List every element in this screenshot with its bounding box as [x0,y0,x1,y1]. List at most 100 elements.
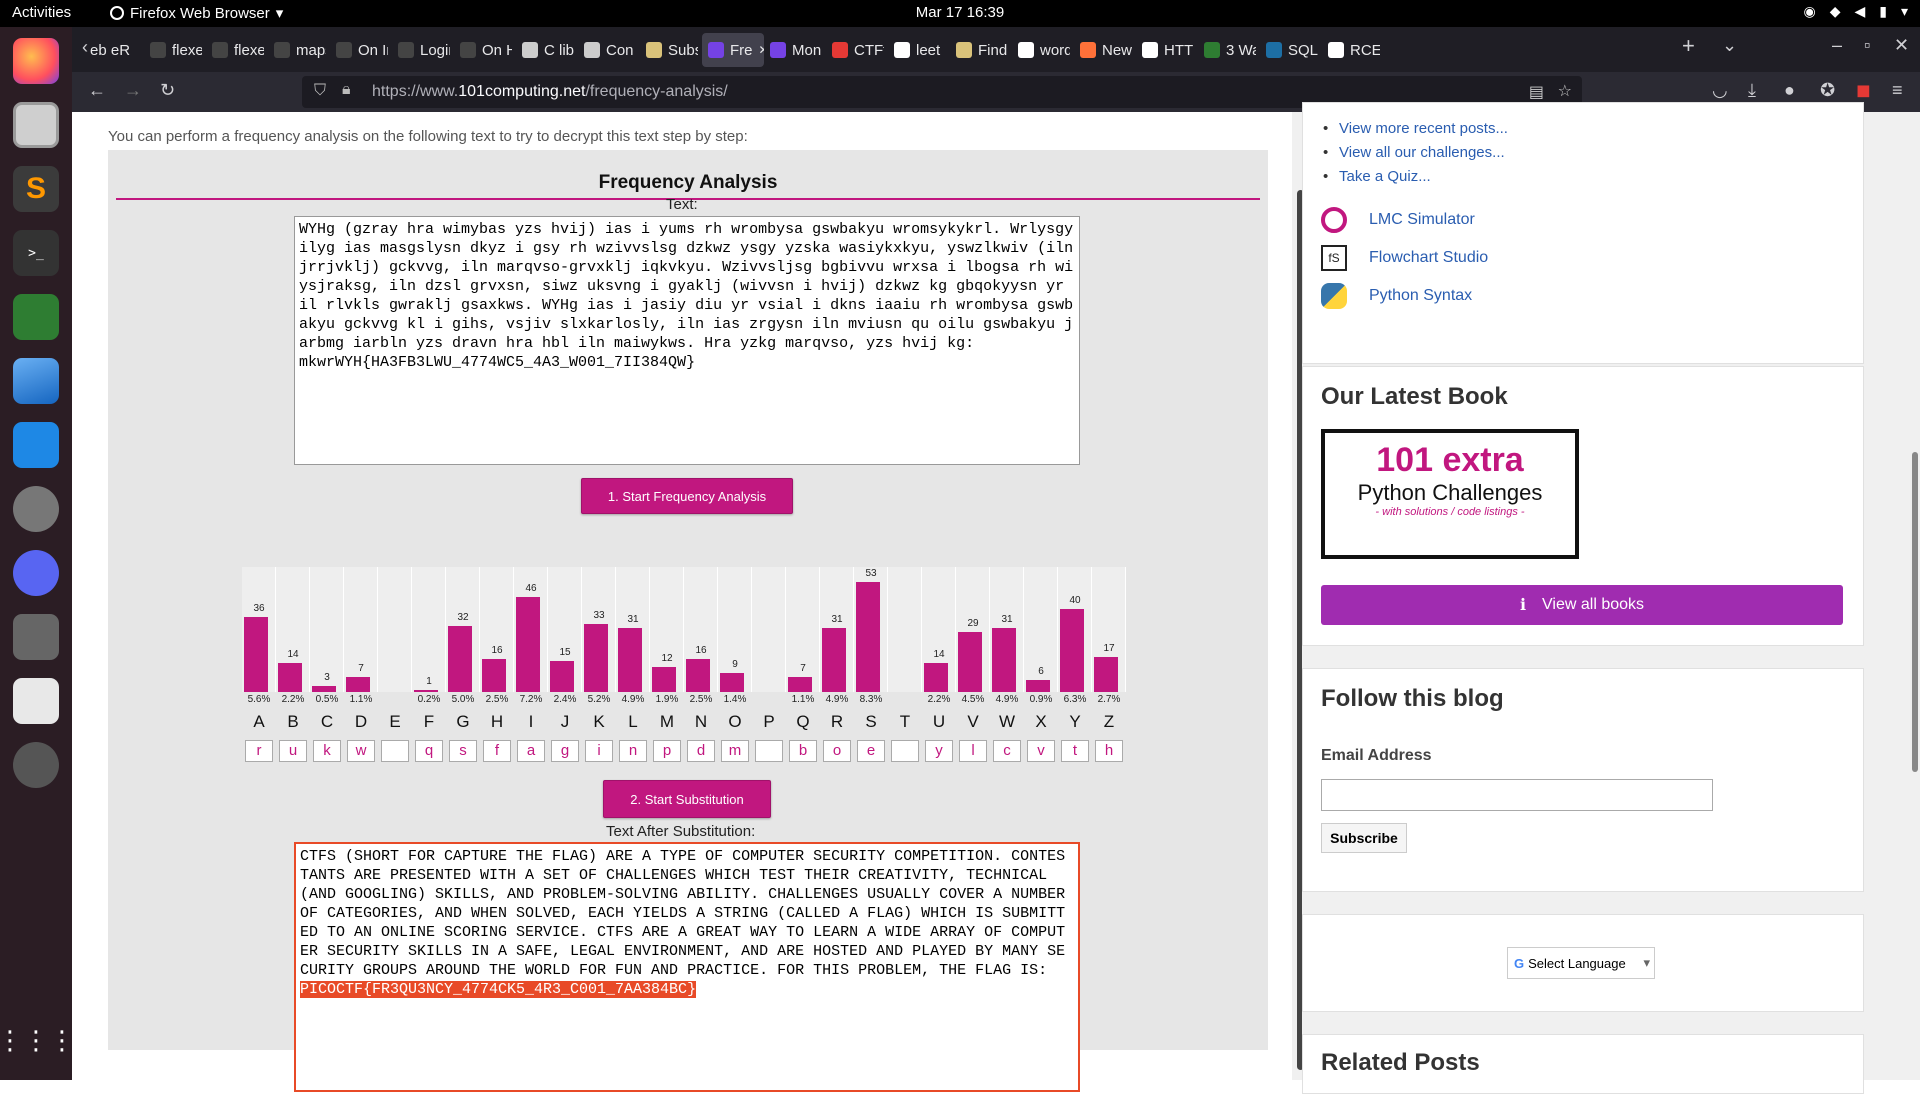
tab-7[interactable]: C libi [516,33,574,67]
substitution-input-Q[interactable]: b [789,740,817,762]
software-updater-dock-icon[interactable] [8,737,64,793]
substitution-input-G[interactable]: s [449,740,477,762]
reader-view-icon[interactable]: ▤ [1529,82,1544,102]
tab-17[interactable]: HTTI [1136,33,1194,67]
tab-12[interactable]: CTFt [826,33,884,67]
substitution-input-F[interactable]: q [415,740,443,762]
book-cover-image[interactable]: 101 extra Python Challenges - with solut… [1321,429,1579,559]
firefox-dock-icon[interactable] [8,33,64,89]
link-recent-posts[interactable]: View more recent posts... [1323,120,1508,137]
substitution-input-K[interactable]: i [585,740,613,762]
link-take-quiz[interactable]: Take a Quiz... [1323,168,1431,185]
pocket-icon[interactable]: ◡ [1712,80,1728,101]
forward-arrow-icon[interactable]: → [124,80,142,101]
game-dock-icon[interactable] [8,289,64,345]
sublime-dock-icon[interactable]: S [8,161,64,217]
substitution-input-B[interactable]: u [279,740,307,762]
wireshark-dock-icon[interactable] [8,353,64,409]
tab-18[interactable]: 3 Wa [1198,33,1256,67]
tab-10[interactable]: Fre ✕ [702,33,764,67]
substitution-input-C[interactable]: k [313,740,341,762]
tab-4[interactable]: On Inclu [330,33,388,67]
shield-icon[interactable]: ⛉ [314,82,326,100]
substitution-input-H[interactable]: f [483,740,511,762]
substitution-input-Z[interactable]: h [1095,740,1123,762]
lock-icon[interactable]: 🔒︎ [342,81,351,99]
files-dock-icon[interactable] [8,97,64,153]
view-all-books-button[interactable]: ℹ View all books [1321,585,1843,625]
subscribe-button[interactable]: Subscribe [1321,823,1407,853]
tab-11[interactable]: Mon [764,33,822,67]
cipher-text-input[interactable]: WYHg (gzray hra wimybas yzs hvij) ias i … [294,216,1080,465]
substitution-input-N[interactable]: d [687,740,715,762]
tab-20[interactable]: RCE [1322,33,1380,67]
list-all-tabs-icon[interactable]: ⌄ [1722,35,1737,56]
system-tray[interactable]: ◉ ◆ ◀ ▮ ▾ [1803,3,1908,20]
tab-3[interactable]: maps.gc [268,33,326,67]
tab-0[interactable]: eb eR [84,33,140,67]
page-scrollbar-thumb[interactable] [1912,452,1918,772]
power-icon[interactable]: ▾ [1901,3,1908,20]
tab-9[interactable]: Subs [640,33,698,67]
tool-link-python[interactable]: Python Syntax [1321,283,1472,309]
tool-link-flowchart[interactable]: fS Flowchart Studio [1321,245,1488,271]
search-dock-icon[interactable] [8,609,64,665]
tab-19[interactable]: SQL [1260,33,1318,67]
substitution-input-I[interactable]: a [517,740,545,762]
substitution-input-O[interactable]: m [721,740,749,762]
email-field[interactable] [1321,779,1713,811]
tab-2[interactable]: flexed [206,33,264,67]
reload-icon[interactable]: ↻ [160,80,175,101]
tab-1[interactable]: flexed [144,33,202,67]
link-all-challenges[interactable]: View all our challenges... [1323,144,1505,161]
substitution-input-W[interactable]: c [993,740,1021,762]
substitution-input-R[interactable]: o [823,740,851,762]
tab-13[interactable]: leet [888,33,946,67]
substitution-input-L[interactable]: n [619,740,647,762]
settings-dock-icon[interactable] [8,481,64,537]
page-scrollbar[interactable] [1910,112,1920,1080]
discord-tray-icon[interactable]: ◉ [1803,3,1815,20]
substitution-input-P[interactable] [755,740,783,762]
substitution-input-T[interactable] [891,740,919,762]
tab-6[interactable]: On Histi [454,33,512,67]
bookmark-star-icon[interactable]: ☆ [1558,81,1572,101]
extension-badge-icon[interactable]: ◼ [1856,80,1871,101]
tab-8[interactable]: Con [578,33,636,67]
tab-16[interactable]: New [1074,33,1132,67]
minimize-icon[interactable]: – [1832,35,1842,56]
extensions-icon[interactable]: ✪ [1820,80,1835,101]
start-frequency-analysis-button[interactable]: 1. Start Frequency Analysis [581,478,793,514]
battery-icon[interactable]: ▮ [1879,3,1887,20]
tab-14[interactable]: Find [950,33,1008,67]
substitution-input-A[interactable]: r [245,740,273,762]
close-window-icon[interactable]: ✕ [1894,35,1909,56]
substitution-input-J[interactable]: g [551,740,579,762]
discord-dock-icon[interactable] [8,545,64,601]
select-language-dropdown[interactable]: G Select Language ▾ [1507,947,1655,979]
document-viewer-dock-icon[interactable] [8,673,64,729]
substitution-input-U[interactable]: y [925,740,953,762]
tab-15[interactable]: word [1012,33,1070,67]
maximize-icon[interactable]: ▫ [1864,35,1870,56]
back-arrow-icon[interactable]: ← [88,80,106,101]
tab-5[interactable]: Login Pa [392,33,450,67]
plain-text-output[interactable]: CTFS (SHORT FOR CAPTURE THE FLAG) ARE A … [294,842,1080,1092]
account-icon[interactable]: ● [1784,80,1795,101]
vscode-dock-icon[interactable] [8,417,64,473]
hamburger-menu-icon[interactable]: ≡ [1892,80,1903,101]
substitution-input-E[interactable] [381,740,409,762]
downloads-icon[interactable]: ⤓ [1748,80,1756,101]
substitution-input-M[interactable]: p [653,740,681,762]
substitution-input-X[interactable]: v [1027,740,1055,762]
show-apps-grid-icon[interactable]: ⋮⋮⋮ [0,1012,75,1068]
tool-link-lmc[interactable]: LMC Simulator [1321,207,1475,233]
substitution-input-S[interactable]: e [857,740,885,762]
start-substitution-button[interactable]: 2. Start Substitution [603,780,771,818]
clock[interactable]: Mar 17 16:39 [0,4,1920,21]
wifi-icon[interactable]: ◆ [1830,3,1841,20]
volume-icon[interactable]: ◀ [1854,3,1865,20]
substitution-input-Y[interactable]: t [1061,740,1089,762]
substitution-input-V[interactable]: l [959,740,987,762]
terminal-dock-icon[interactable]: >_ [8,225,64,281]
